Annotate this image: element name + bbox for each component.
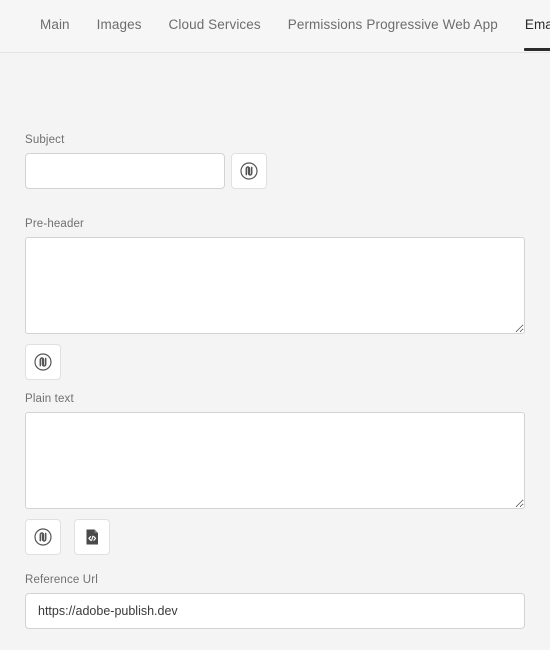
plaintext-reference-spacer [25,555,525,573]
top-spacer [25,53,525,133]
plaintext-source-code-button[interactable] [74,519,110,555]
tab-label: Email [524,17,550,32]
subject-label: Subject [25,134,65,146]
subject-row [25,153,525,189]
preheader-personalization-button[interactable] [25,344,61,380]
source-code-icon [82,527,102,547]
tab-images[interactable]: Images [97,17,142,51]
reference-url-input[interactable] [25,593,525,629]
preheader-button-row [25,344,525,380]
preheader-plaintext-spacer [25,380,525,392]
subject-preheader-spacer [25,189,525,217]
subject-personalization-button[interactable] [231,153,267,189]
personalization-icon [33,352,53,372]
tab-label: Permissions [287,17,363,32]
personalization-icon [33,527,53,547]
subject-field-group: Subject [25,133,525,189]
plaintext-label: Plain text [25,393,74,405]
preheader-label: Pre-header [25,218,85,230]
personalization-icon [239,161,259,181]
preheader-textarea[interactable] [25,237,525,334]
tab-label: Images [96,17,142,32]
plaintext-button-row [25,519,525,555]
tab-permissions[interactable]: Permissions [288,17,363,51]
tab-email[interactable]: Email [523,17,550,51]
tab-label: Cloud Services [168,17,261,32]
reference-url-field-group: Reference Url [25,573,525,629]
plaintext-personalization-button[interactable] [25,519,61,555]
tab-cloud-services[interactable]: Cloud Services [169,17,261,51]
tab-bar: Main Images Cloud Services Permissions P… [0,0,550,53]
reference-url-label: Reference Url [25,574,98,586]
plaintext-field-group: Plain text [25,392,525,555]
preheader-field-group: Pre-header [25,217,525,380]
tab-main[interactable]: Main [40,17,70,51]
tab-label: Progressive Web App [366,17,498,32]
plaintext-textarea[interactable] [25,412,525,509]
tab-progressive-web-app[interactable]: Progressive Web App [366,17,497,51]
subject-input[interactable] [25,153,225,189]
tab-label: Main [40,17,70,32]
email-form: Subject Pre-header Plain text Reference … [0,53,550,650]
